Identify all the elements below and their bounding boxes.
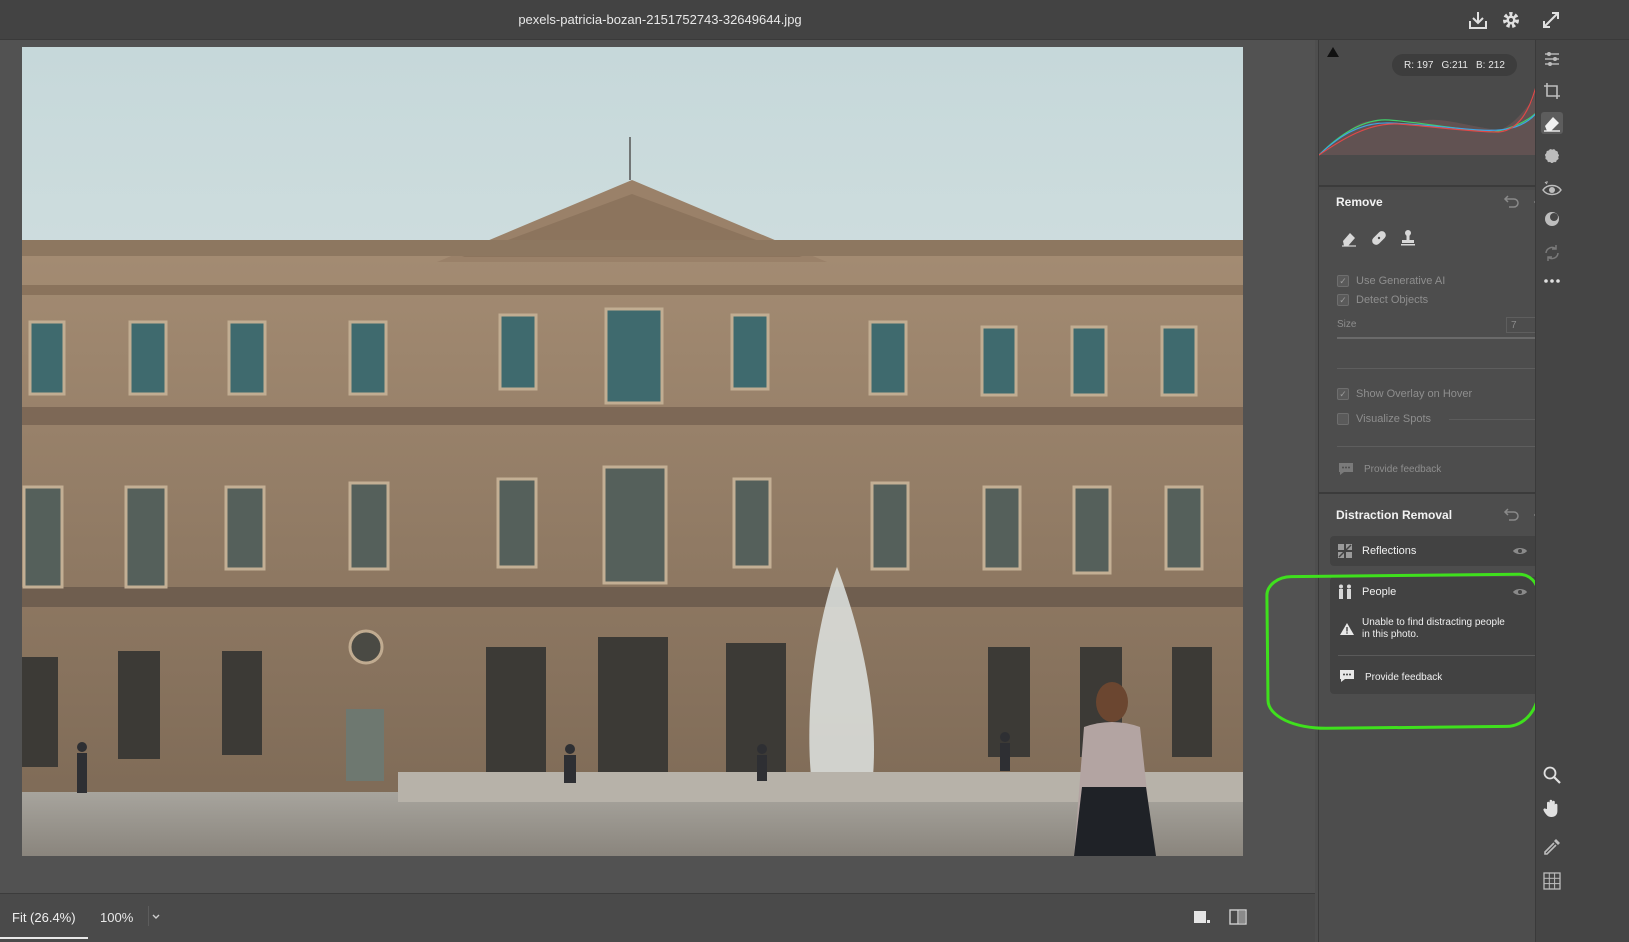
remove-divider-1 — [1337, 368, 1549, 369]
warning-icon — [1338, 620, 1356, 638]
people-card: People Unable to find distracting people… — [1330, 577, 1557, 694]
photo-preview[interactable] — [22, 47, 1294, 887]
size-label: Size — [1337, 319, 1357, 330]
gear-icon[interactable] — [1500, 9, 1522, 31]
people-icon — [1336, 583, 1354, 601]
file-title: pexels-patricia-bozan-2151752743-3264964… — [518, 12, 802, 27]
eraser-tool-icon[interactable] — [1340, 229, 1358, 247]
use-generative-ai-checkbox[interactable]: ✓ — [1337, 275, 1349, 287]
zoom-fit-button[interactable]: Fit (26.4%) — [0, 894, 88, 939]
color-sampler-icon[interactable] — [1541, 836, 1563, 858]
zoom-icon[interactable] — [1541, 764, 1563, 786]
expand-icon[interactable] — [1540, 9, 1562, 31]
visibility-eye-icon[interactable] — [1511, 583, 1529, 601]
distraction-title: Distraction Removal — [1336, 508, 1453, 522]
zoom-100-button[interactable]: 100% — [100, 910, 133, 925]
people-warning-line2: in this photo. — [1362, 629, 1419, 640]
size-slider[interactable] — [1337, 337, 1549, 339]
visualize-spots-slider[interactable] — [1449, 419, 1549, 420]
compare-view-icon[interactable] — [1228, 908, 1248, 926]
hand-icon[interactable] — [1541, 797, 1563, 819]
visualize-spots-checkbox[interactable] — [1337, 413, 1349, 425]
use-generative-ai-label: Use Generative AI — [1356, 275, 1446, 287]
tool-strip — [1535, 40, 1629, 942]
detect-objects-label: Detect Objects — [1356, 294, 1429, 306]
single-view-icon[interactable] — [1192, 908, 1212, 926]
zoom-dropdown[interactable] — [148, 906, 162, 926]
reset-icon[interactable] — [1502, 193, 1520, 211]
title-bar: pexels-patricia-bozan-2151752743-3264964… — [0, 0, 1629, 40]
canvas-area[interactable] — [0, 40, 1315, 893]
people-divider — [1338, 655, 1550, 656]
visibility-eye-icon[interactable] — [1511, 542, 1529, 560]
people-warning-line1: Unable to find distracting people — [1362, 617, 1505, 628]
people-label[interactable]: People — [1362, 586, 1396, 598]
clone-stamp-icon[interactable] — [1399, 229, 1417, 247]
edit-sliders-icon[interactable] — [1541, 48, 1563, 70]
remove-tool-icon[interactable] — [1541, 112, 1563, 134]
detect-objects-checkbox[interactable]: ✓ — [1337, 294, 1349, 306]
remove-divider-2 — [1337, 446, 1549, 447]
more-options-icon[interactable] — [1541, 270, 1563, 292]
people-warning: Unable to find distracting people in thi… — [1362, 617, 1522, 641]
feedback-icon — [1338, 667, 1356, 685]
red-eye-icon[interactable] — [1541, 178, 1563, 200]
grid-overlay-icon[interactable] — [1541, 870, 1563, 892]
app-window: pexels-patricia-bozan-2151752743-3264964… — [0, 0, 1629, 942]
crop-icon[interactable] — [1541, 80, 1563, 102]
sync-icon[interactable] — [1541, 242, 1563, 264]
bottom-bar: Fit (26.4%) 100% — [0, 893, 1315, 942]
presets-icon[interactable] — [1541, 208, 1563, 230]
masking-icon[interactable] — [1541, 145, 1563, 167]
show-overlay-label: Show Overlay on Hover — [1356, 388, 1473, 400]
visualize-spots-label: Visualize Spots — [1356, 413, 1432, 425]
remove-feedback-link[interactable]: Provide feedback — [1364, 464, 1441, 475]
reset-icon[interactable] — [1502, 506, 1520, 524]
remove-title: Remove — [1336, 195, 1383, 209]
show-overlay-checkbox[interactable]: ✓ — [1337, 388, 1349, 400]
reflections-label: Reflections — [1362, 545, 1417, 557]
reflections-icon — [1336, 542, 1354, 560]
heal-tool-icon[interactable] — [1370, 229, 1388, 247]
download-icon[interactable] — [1467, 9, 1489, 31]
feedback-icon — [1337, 460, 1355, 478]
people-feedback-link[interactable]: Provide feedback — [1365, 672, 1442, 683]
reflections-row[interactable]: Reflections — [1330, 536, 1557, 566]
